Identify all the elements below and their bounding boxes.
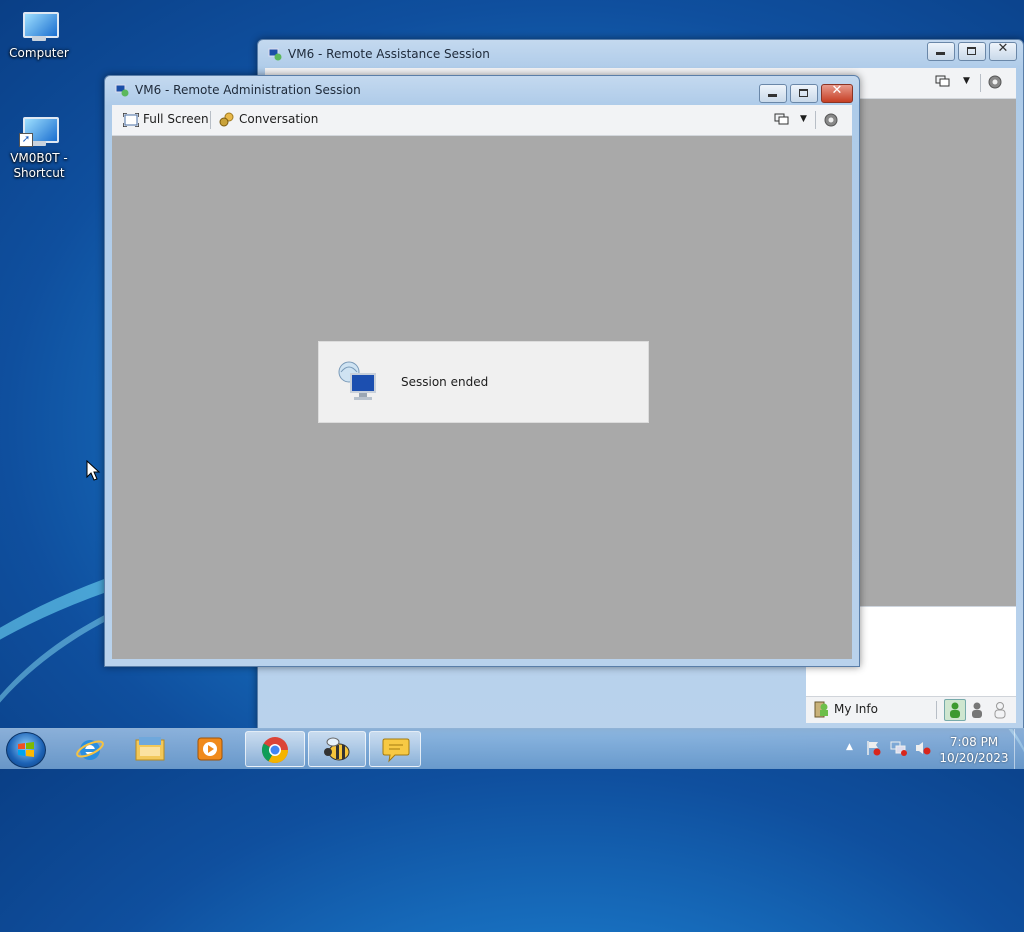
desktop-icon-vm-shortcut[interactable]: ➚ VM0B0T - Shortcut <box>2 115 76 181</box>
toolbar-separator <box>210 111 211 129</box>
display-settings-icon[interactable] <box>935 75 951 89</box>
taskbar-internet-explorer[interactable] <box>64 731 116 767</box>
remote-session-icon <box>268 48 282 61</box>
system-clock[interactable]: 7:08 PM 10/20/2023 <box>938 734 1010 766</box>
conversation-button[interactable]: Conversation <box>239 112 318 126</box>
close-button[interactable]: ✕ <box>821 83 853 103</box>
taskbar: ▲ 7:08 PM 10/20/2023 <box>0 728 1024 769</box>
remote-session-icon <box>115 84 129 97</box>
media-player-icon <box>197 737 223 761</box>
computer-icon <box>19 10 59 42</box>
network-disconnected-icon <box>338 361 376 400</box>
action-center-flag-icon[interactable] <box>866 740 882 756</box>
chevron-down-icon[interactable]: ▼ <box>800 114 807 124</box>
gear-icon[interactable] <box>987 74 1003 90</box>
chat-app-icon <box>382 738 410 763</box>
desktop-icon-computer[interactable]: Computer <box>2 10 76 61</box>
shortcut-monitor-icon: ➚ <box>19 115 59 147</box>
conversation-icon <box>219 112 234 127</box>
user-busy-icon[interactable] <box>968 700 986 720</box>
toolbar: Full Screen Conversation ▼ <box>112 105 852 136</box>
desktop-icon-label: VM0B0T - Shortcut <box>10 151 68 180</box>
chevron-down-icon[interactable]: ▼ <box>963 76 970 86</box>
user-away-icon[interactable] <box>991 700 1009 720</box>
file-explorer-icon <box>135 737 165 761</box>
title-bar[interactable]: VM6 - Remote Administration Session ✕ <box>105 76 859 104</box>
show-desktop-button[interactable] <box>1014 729 1024 769</box>
title-bar[interactable]: VM6 - Remote Assistance Session ✕ <box>258 40 1023 68</box>
user-online-icon <box>950 702 960 718</box>
chrome-icon <box>261 737 289 764</box>
taskbar-chrome[interactable] <box>245 731 305 767</box>
display-settings-icon[interactable] <box>774 113 790 127</box>
full-screen-icon <box>123 113 139 127</box>
my-info-label[interactable]: My Info <box>834 702 878 716</box>
dialog-message: Session ended <box>401 375 489 389</box>
mouse-cursor-icon <box>86 460 101 481</box>
toolbar-separator <box>980 74 981 92</box>
clock-time: 7:08 PM <box>949 735 999 749</box>
windows-logo-icon <box>18 742 34 757</box>
window-title: VM6 - Remote Assistance Session <box>288 47 490 61</box>
maximize-button[interactable] <box>790 84 818 103</box>
bee-app-icon <box>324 737 350 761</box>
desktop-icon-label: Computer <box>9 46 69 60</box>
taskbar-chat-app[interactable] <box>369 731 421 767</box>
network-icon[interactable] <box>890 740 908 756</box>
taskbar-bee-app[interactable] <box>308 731 366 767</box>
minimize-button[interactable] <box>759 84 787 103</box>
separator <box>936 701 937 719</box>
maximize-button[interactable] <box>958 42 986 61</box>
gear-icon[interactable] <box>823 112 839 128</box>
clock-date: 10/20/2023 <box>939 751 1009 765</box>
taskbar-media-player[interactable] <box>184 731 236 767</box>
window-title: VM6 - Remote Administration Session <box>135 83 361 97</box>
contact-icon <box>814 701 828 718</box>
start-button[interactable] <box>6 732 46 768</box>
full-screen-button[interactable]: Full Screen <box>143 112 209 126</box>
internet-explorer-icon <box>76 740 104 760</box>
volume-muted-icon[interactable] <box>914 740 932 756</box>
session-ended-dialog: Session ended <box>318 341 649 423</box>
my-info-bar: My Info <box>806 696 1016 723</box>
status-online-button[interactable] <box>944 699 966 721</box>
shortcut-arrow-icon: ➚ <box>19 133 33 147</box>
show-hidden-icons-button[interactable]: ▲ <box>846 742 853 752</box>
minimize-button[interactable] <box>927 42 955 61</box>
taskbar-file-explorer[interactable] <box>124 731 176 767</box>
toolbar-separator <box>815 111 816 129</box>
close-button[interactable]: ✕ <box>989 41 1017 61</box>
